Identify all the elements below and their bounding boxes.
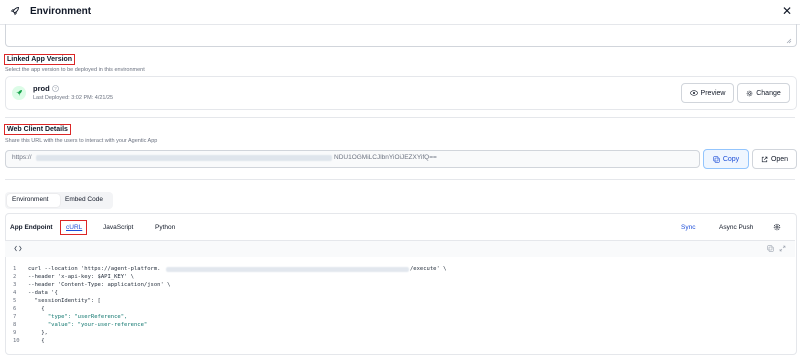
code-line: "value": "your-user-reference": [28, 322, 148, 328]
open-button[interactable]: Open: [752, 149, 797, 169]
code-line: --header 'x-api-key: $API_KEY' \: [28, 274, 134, 280]
change-button-label: Change: [756, 89, 781, 97]
line-number: 7: [13, 314, 17, 320]
code-line: "type": "userReference",: [28, 314, 128, 320]
url-redacted: [36, 155, 332, 161]
version-rocket-icon: [12, 86, 26, 100]
web-client-details-subtitle: Share this URL with the users to interac…: [5, 138, 158, 144]
code-line: {: [28, 306, 45, 312]
code-line: },: [28, 330, 48, 336]
rocket-icon: [10, 7, 19, 16]
async-push-tab[interactable]: Async Push: [719, 224, 753, 231]
linked-app-version-label: Linked App Version: [4, 54, 76, 65]
code-line: --data '{: [28, 290, 58, 296]
external-link-icon: [761, 156, 768, 162]
preview-button-label: Preview: [700, 89, 726, 97]
description-textarea[interactable]: [5, 24, 797, 47]
line-number: 8: [13, 322, 17, 328]
settings-gear-icon[interactable]: [773, 223, 781, 231]
preview-button[interactable]: Preview: [681, 83, 734, 103]
code-line: {: [28, 338, 45, 344]
tab-embed-code[interactable]: Embed Code: [65, 196, 103, 203]
line-number: 6: [13, 306, 17, 312]
line-number: 9: [13, 330, 17, 336]
tab-javascript[interactable]: JavaScript: [103, 224, 133, 231]
code-icon: [14, 245, 22, 252]
linked-version-card: [5, 76, 797, 110]
section-divider: [5, 179, 795, 180]
copy-icon: [713, 155, 720, 163]
line-number: 1: [13, 266, 17, 272]
expand-icon[interactable]: [779, 245, 786, 252]
copy-code-icon[interactable]: [767, 245, 774, 252]
line-number: 3: [13, 282, 17, 288]
section-divider: [5, 117, 795, 118]
app-endpoint-label: App Endpoint: [10, 224, 53, 231]
open-button-label: Open: [770, 155, 789, 163]
copy-button-label: Copy: [722, 155, 740, 163]
modal-header: [0, 0, 800, 25]
code-line: curl --location 'https://agent-platform.: [28, 266, 161, 272]
version-name: prod: [33, 84, 50, 93]
web-client-details-label: Web Client Details: [4, 124, 71, 135]
tab-curl[interactable]: cURL: [66, 224, 82, 231]
gear-icon: [746, 90, 753, 96]
redacted-url-segment: [166, 267, 409, 272]
eye-icon: [689, 90, 698, 96]
line-number: 2: [13, 274, 17, 280]
copy-button[interactable]: Copy: [703, 149, 749, 169]
tab-environment[interactable]: Environment: [12, 196, 49, 203]
help-icon[interactable]: ?: [52, 85, 59, 92]
sync-tab[interactable]: Sync: [681, 224, 695, 231]
line-number: 4: [13, 290, 17, 296]
resize-handle-icon[interactable]: [786, 38, 792, 44]
svg-text:?: ?: [54, 86, 57, 91]
code-line-suffix: /execute' \: [410, 266, 447, 272]
last-deployed-text: Last Deployed: 3:02 PM: 4/21/25: [33, 95, 114, 101]
code-line: --header 'Content-Type: application/json…: [28, 282, 171, 288]
line-number: 10: [13, 338, 20, 344]
code-line: "sessionIdentity": [: [28, 298, 101, 304]
modal-title: Environment: [30, 6, 92, 17]
url-prefix: https://: [12, 154, 32, 161]
line-number: 5: [13, 298, 17, 304]
change-button[interactable]: Change: [737, 83, 790, 103]
code-toolbar: [5, 241, 795, 257]
url-suffix: NDU1OGMiLCJlbnYiOiJEZXYifQ==: [334, 154, 437, 161]
linked-app-version-subtitle: Select the app version to be deployed in…: [5, 67, 145, 73]
close-icon[interactable]: ✕: [782, 4, 792, 18]
tab-python[interactable]: Python: [155, 224, 175, 231]
